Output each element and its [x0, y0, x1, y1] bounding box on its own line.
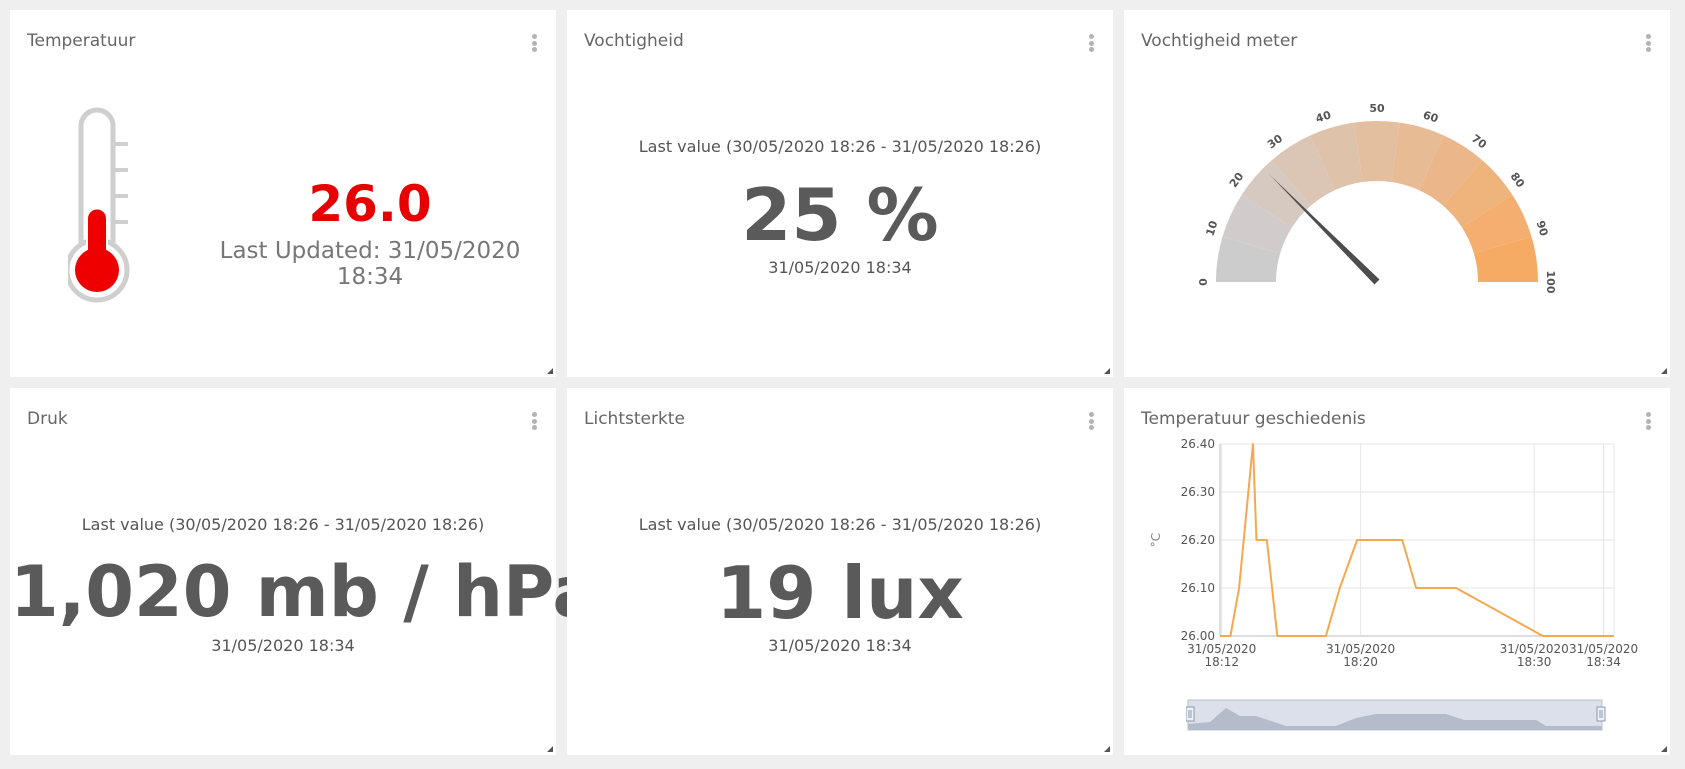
- resize-handle[interactable]: [1661, 746, 1667, 752]
- widget-title: Lichtsterkte: [584, 409, 685, 429]
- resize-handle[interactable]: [1104, 368, 1110, 374]
- x-tick-label: 18:34: [1586, 655, 1621, 669]
- last-value-label: Last value (30/05/2020 18:26 - 31/05/202…: [638, 137, 1042, 156]
- resize-handle[interactable]: [547, 368, 553, 374]
- more-menu-icon[interactable]: [532, 412, 538, 430]
- widget-humidity-gauge: Vochtigheid meter 0 10 20 30 40 50 60 70 80 90 100: [1124, 10, 1670, 377]
- gauge-tick-label: 0: [1197, 278, 1210, 286]
- last-value-label: Last value (30/05/2020 18:26 - 31/05/202…: [81, 515, 485, 534]
- y-tick-label: 26.20: [1181, 533, 1215, 547]
- y-tick-label: 26.40: [1181, 437, 1215, 451]
- gauge-tick-label: 90: [1533, 219, 1550, 238]
- gauge-tick-label: 10: [1203, 219, 1220, 238]
- pressure-value: 1,020 mb / hPa: [10, 551, 600, 633]
- y-tick-label: 26.00: [1181, 629, 1215, 643]
- x-tick-label: 18:20: [1343, 655, 1378, 669]
- last-value-label: Last value (30/05/2020 18:26 - 31/05/202…: [638, 515, 1042, 534]
- temperature-last-updated: Last Updated: 31/05/2020 18:34: [219, 238, 521, 290]
- widget-title: Temperatuur: [27, 31, 136, 51]
- widget-title: Vochtigheid: [584, 31, 684, 51]
- y-tick-label: 26.30: [1181, 485, 1215, 499]
- gauge-tick-label: 80: [1508, 170, 1528, 190]
- x-tick-label: 18:30: [1517, 655, 1552, 669]
- more-menu-icon[interactable]: [532, 34, 538, 52]
- x-tick-label: 31/05/2020: [1500, 642, 1569, 656]
- pressure-time: 31/05/2020 18:34: [211, 636, 355, 655]
- humidity-gauge: 0 10 20 30 40 50 60 70 80 90 100: [1197, 102, 1557, 294]
- y-tick-label: 26.10: [1181, 581, 1215, 595]
- widget-pressure: Druk Last value (30/05/2020 18:26 - 31/0…: [10, 388, 600, 755]
- light-time: 31/05/2020 18:34: [768, 636, 912, 655]
- gauge-tick-label: 100: [1544, 271, 1557, 294]
- more-menu-icon[interactable]: [1089, 412, 1095, 430]
- x-tick-label: 18:12: [1204, 655, 1239, 669]
- chart-navigator[interactable]: [1186, 696, 1606, 736]
- navigator-handle-left[interactable]: [1186, 706, 1195, 722]
- gauge-tick-label: 60: [1421, 108, 1440, 125]
- resize-handle[interactable]: [547, 746, 553, 752]
- resize-handle[interactable]: [1104, 746, 1110, 752]
- gauge-tick-label: 70: [1469, 132, 1489, 152]
- humidity-value: 25 %: [741, 173, 939, 257]
- dashboard-grid: Temperatuur 26.0 Last Updated: 31/05/202…: [0, 0, 1685, 769]
- gauge-tick-label: 30: [1265, 132, 1285, 152]
- light-value: 19 lux: [716, 551, 964, 635]
- x-tick-label: 31/05/2020: [1187, 642, 1256, 656]
- navigator-handle-right[interactable]: [1596, 706, 1606, 722]
- temperature-value: 26.0: [308, 175, 432, 233]
- widget-title: Druk: [27, 409, 68, 429]
- x-tick-label: 31/05/2020: [1569, 642, 1638, 656]
- x-tick-label: 31/05/2020: [1326, 642, 1395, 656]
- widget-temperature-history: Temperatuur geschiedenis 26.40 26.30 26.20…: [1124, 388, 1670, 755]
- thermometer-icon: [68, 107, 130, 303]
- widget-light: Lichtsterkte Last value (30/05/2020 18:2…: [567, 388, 1113, 755]
- more-menu-icon[interactable]: [1089, 34, 1095, 52]
- gauge-tick-label: 50: [1369, 102, 1385, 115]
- resize-handle[interactable]: [1661, 368, 1667, 374]
- humidity-time: 31/05/2020 18:34: [768, 258, 912, 277]
- widget-temperature: Temperatuur 26.0 Last Updated: 31/05/202…: [10, 10, 556, 377]
- gauge-tick-label: 40: [1314, 108, 1333, 125]
- widget-humidity: Vochtigheid Last value (30/05/2020 18:26…: [567, 10, 1113, 377]
- gauge-tick-label: 20: [1227, 170, 1247, 190]
- y-axis-label: °C: [1149, 533, 1163, 547]
